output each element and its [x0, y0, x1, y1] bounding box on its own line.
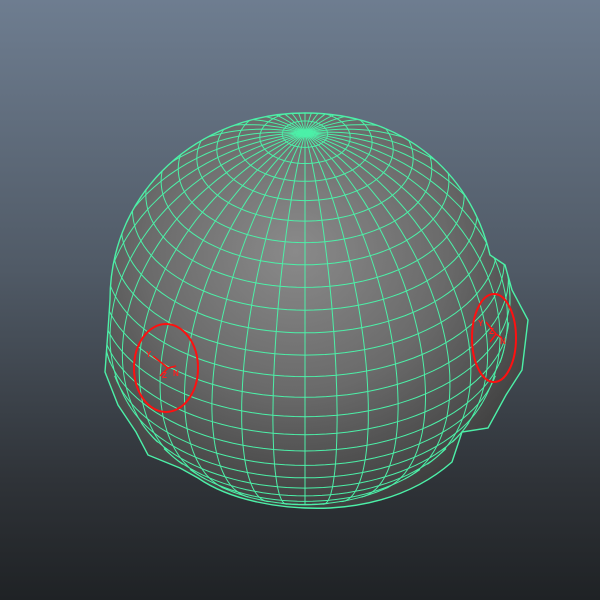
right-axis-y-label: Y [478, 319, 484, 328]
mesh-object[interactable]: Y Z N Y Z N [0, 0, 600, 600]
3d-viewport[interactable]: Y Z N Y Z N [0, 0, 600, 600]
mesh-shaded-surface [105, 113, 528, 509]
left-axis-n-label: N [173, 369, 179, 378]
right-axis-z-label: Z [489, 327, 494, 336]
left-axis-y-label: Y [146, 350, 152, 359]
right-axis-n-label: N [500, 337, 506, 346]
left-axis-z-label: Z [162, 371, 167, 380]
